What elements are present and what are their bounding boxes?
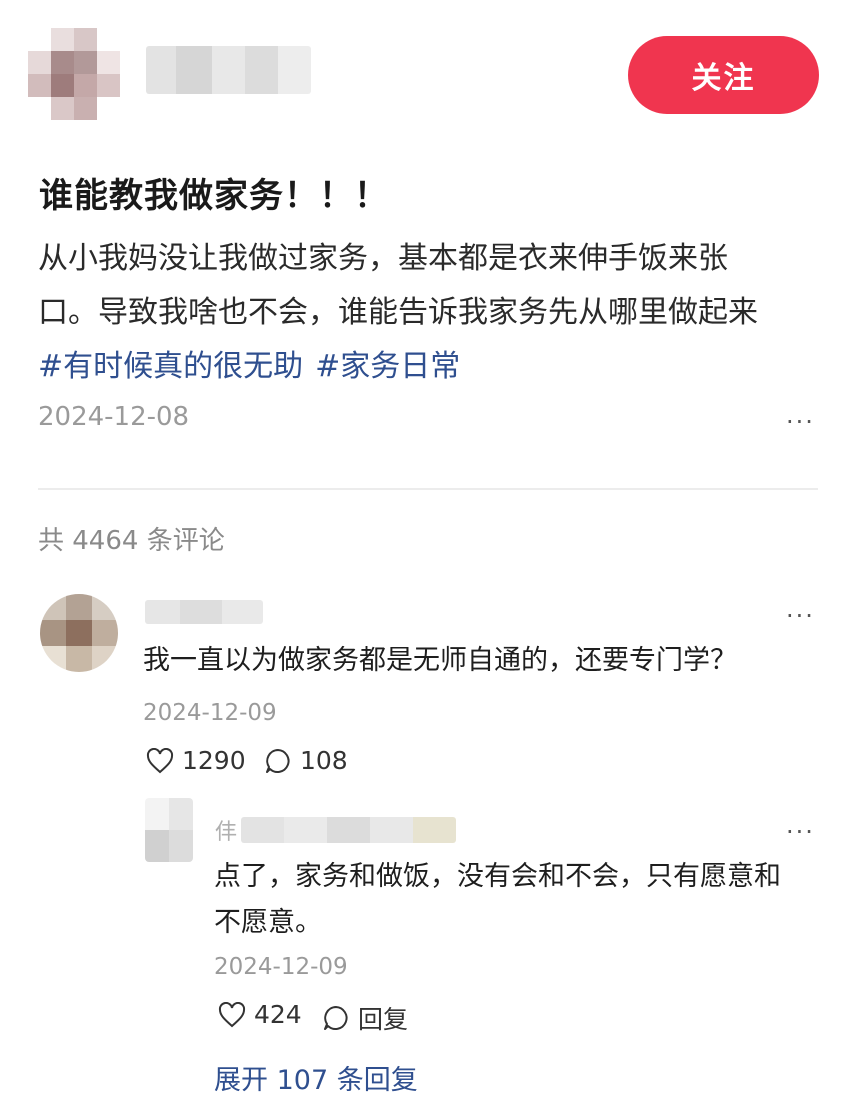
comment-date: 2024-12-09 (143, 700, 277, 726)
heart-icon (146, 747, 174, 773)
replier-initial: 仹 (215, 820, 238, 845)
commenter-avatar[interactable] (40, 594, 118, 672)
post-title: 谁能教我做家务！！！ (39, 176, 389, 216)
reply-text: 点了，家务和做饭，没有会和不会，只有愿意和 不愿意。 (214, 854, 781, 946)
post-date: 2024-12-08 (38, 402, 190, 432)
reply-count-button[interactable]: 108 (264, 746, 348, 775)
more-dots-icon[interactable]: ··· (786, 408, 815, 436)
more-dots-icon[interactable]: ··· (786, 818, 815, 846)
hashtag-link[interactable]: #家务日常 (315, 349, 460, 384)
reply-text-line: 点了，家务和做饭，没有会和不会，只有愿意和 (214, 861, 781, 892)
reply-label: 回复 (358, 1005, 409, 1034)
follow-button[interactable]: 关注 (628, 36, 819, 114)
hashtag-link[interactable]: #有时候真的很无助 (38, 349, 303, 384)
post-hashtags: #有时候真的很无助 #家务日常 (38, 340, 818, 394)
comment-count: 共 4464 条评论 (38, 526, 225, 556)
post-body: 从小我妈没让我做过家务，基本都是衣来伸手饭来张 口。导致我啥也不会，谁能告诉我家… (38, 232, 818, 394)
like-button[interactable]: 424 (218, 1000, 302, 1029)
author-avatar[interactable] (28, 28, 120, 120)
replier-name-blur (241, 817, 457, 843)
more-dots-icon[interactable]: ··· (786, 602, 815, 630)
commenter-name[interactable] (145, 600, 263, 624)
post-body-line: 从小我妈没让我做过家务，基本都是衣来伸手饭来张 (38, 241, 728, 276)
like-count: 1290 (182, 746, 246, 775)
author-name[interactable] (146, 46, 311, 94)
reply-date: 2024-12-09 (214, 954, 348, 980)
post-body-line: 口。导致我啥也不会，谁能告诉我家务先从哪里做起来 (38, 295, 758, 330)
divider (38, 488, 818, 490)
replier-avatar[interactable] (145, 798, 193, 862)
heart-icon (218, 1001, 246, 1027)
expand-replies-link[interactable]: 展开 107 条回复 (214, 1058, 418, 1097)
comment-bubble-icon (266, 748, 290, 773)
like-button[interactable]: 1290 (146, 746, 246, 775)
like-count: 424 (254, 1000, 302, 1029)
reply-text-line: 不愿意。 (214, 907, 322, 938)
reply-button[interactable]: 回复 (322, 1000, 408, 1036)
comment-bubble-icon (324, 1006, 348, 1030)
comment-text: 我一直以为做家务都是无师自通的，还要专门学？ (143, 645, 737, 676)
replier-name[interactable]: 仹 (215, 814, 457, 846)
reply-count: 108 (300, 746, 348, 775)
